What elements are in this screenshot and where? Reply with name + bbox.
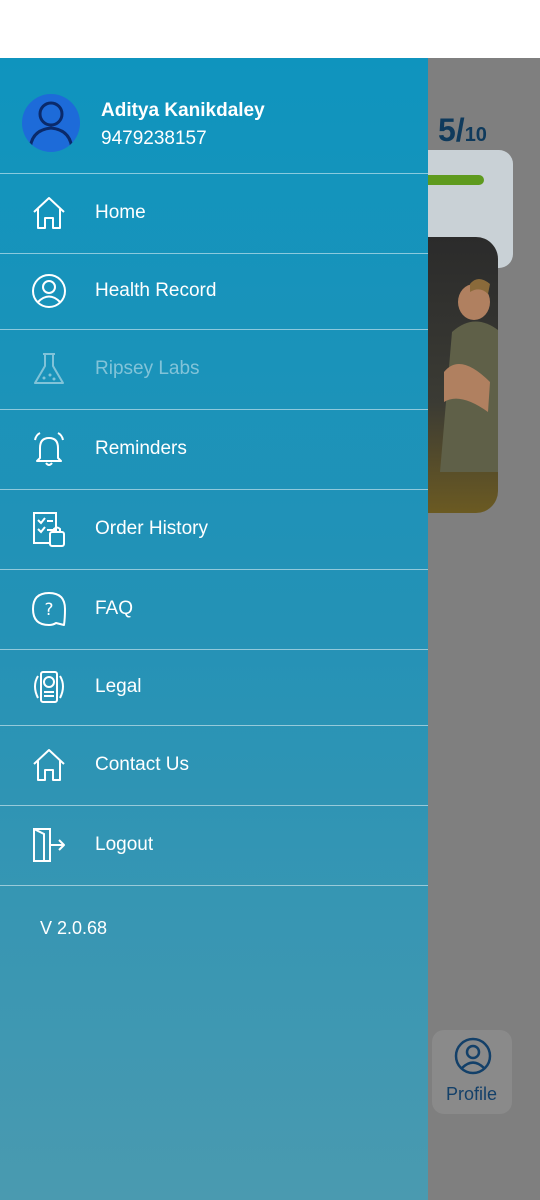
user-name: Aditya Kanikdaley	[101, 100, 265, 121]
logout-icon	[33, 828, 65, 862]
app-version: V 2.0.68	[40, 918, 108, 938]
menu-item-faq[interactable]: ? FAQ	[0, 570, 428, 650]
menu-item-logout[interactable]: Logout	[0, 806, 428, 886]
menu-item-label: Health Record	[95, 280, 217, 301]
svg-text:?: ?	[44, 600, 53, 620]
order-list-icon	[33, 512, 65, 547]
bell-icon	[34, 432, 64, 466]
certificate-icon	[34, 671, 64, 703]
menu-item-order-history[interactable]: Order History	[0, 490, 428, 570]
flask-icon	[34, 353, 64, 384]
menu-item-label: FAQ	[95, 598, 134, 619]
profile-icon	[454, 1037, 492, 1075]
menu-item-health-record[interactable]: Health Record	[0, 254, 428, 330]
question-bubble-icon: ?	[32, 592, 66, 626]
menu-item-label: Ripsey Labs	[95, 358, 200, 379]
menu-item-reminders[interactable]: Reminders	[0, 410, 428, 490]
fitness-person-image	[440, 279, 498, 472]
menu-item-contact-us[interactable]: Contact Us	[0, 726, 428, 806]
menu-item-label: Legal	[95, 676, 142, 697]
score-total: 10	[464, 124, 487, 146]
menu-item-label: Contact Us	[95, 754, 189, 775]
menu-item-label: Reminders	[95, 438, 187, 459]
home-icon	[33, 749, 65, 781]
menu-item-home[interactable]: Home	[0, 174, 428, 254]
menu-item-label: Home	[95, 202, 146, 223]
menu-item-ripsey-labs[interactable]: Ripsey Labs	[0, 330, 428, 410]
menu-item-label: Logout	[95, 834, 154, 855]
score-readout: 5/10	[438, 112, 487, 149]
user-phone: 9479238157	[101, 128, 207, 149]
navigation-drawer: Aditya Kanikdaley 9479238157 Home Health…	[0, 58, 428, 1200]
avatar[interactable]	[22, 94, 80, 152]
drawer-header[interactable]: Aditya Kanikdaley 9479238157	[0, 58, 428, 174]
user-avatar-icon	[28, 101, 74, 152]
user-circle-icon	[32, 274, 66, 308]
status-bar	[0, 0, 540, 58]
score-progress-bar	[420, 175, 484, 185]
menu-item-label: Order History	[95, 518, 208, 539]
score-value: 5/	[438, 112, 465, 148]
menu-item-legal[interactable]: Legal	[0, 650, 428, 726]
home-icon	[33, 197, 65, 229]
bottom-nav-profile-label: Profile	[446, 1084, 498, 1104]
